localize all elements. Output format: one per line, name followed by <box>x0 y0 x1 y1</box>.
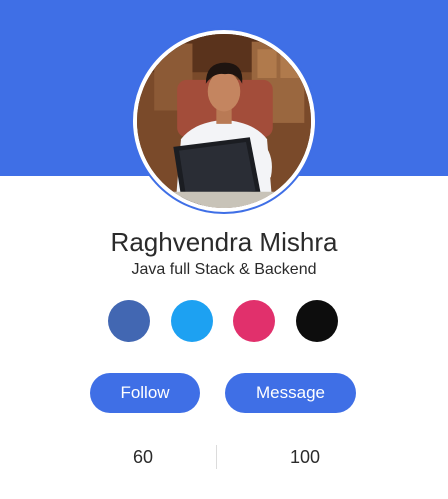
instagram-icon[interactable] <box>233 300 275 342</box>
avatar-photo <box>137 34 311 208</box>
social-links <box>0 300 448 342</box>
stat-value-right: 100 <box>289 447 321 467</box>
avatar <box>133 30 315 212</box>
profile-name: Raghvendra Mishra <box>110 227 338 257</box>
profile-card: Raghvendra Mishra Java full Stack & Back… <box>0 0 448 499</box>
facebook-icon[interactable] <box>108 300 150 342</box>
twitter-icon[interactable] <box>171 300 213 342</box>
stats-divider <box>216 445 217 469</box>
stat-value-left: 60 <box>132 447 154 467</box>
message-button[interactable]: Message <box>225 373 356 413</box>
follow-button[interactable]: Follow <box>90 373 200 413</box>
profile-role: Java full Stack & Backend <box>131 261 317 278</box>
github-icon[interactable] <box>296 300 338 342</box>
stats-row: 60 100 <box>0 443 448 471</box>
